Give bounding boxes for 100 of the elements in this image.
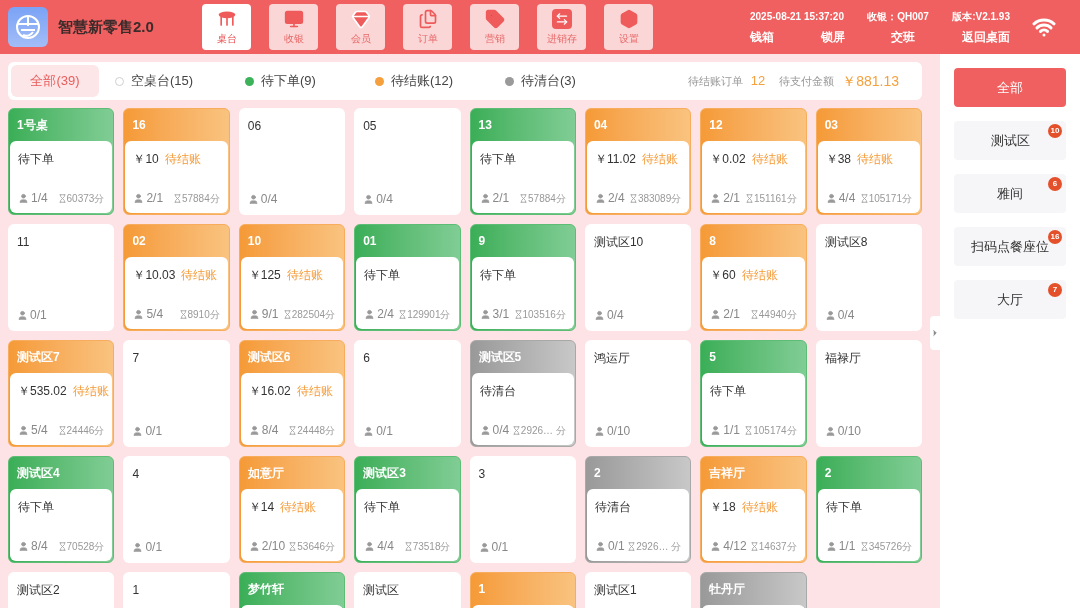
summary-label: 待支付金额 — [779, 73, 835, 89]
table-card[interactable]: 测试区10 0/4 — [584, 224, 692, 331]
table-card[interactable]: 01 待下单 2/4 129901分 — [354, 224, 461, 331]
person-icon — [132, 541, 144, 553]
table-card[interactable]: 13 待下单 2/1 57884分 — [469, 108, 576, 215]
filter-tab[interactable]: 待结账(12) — [359, 65, 489, 97]
table-card[interactable]: 11 0/1 — [8, 224, 115, 331]
table-card[interactable]: 9 待下单 3/1 103516分 — [469, 224, 576, 331]
table-name: 6 — [363, 350, 371, 367]
table-card[interactable]: 吉祥厅 ￥18 待结账 4/12 14637分 — [700, 456, 807, 563]
table-card[interactable]: 2 待下单 1/1 345726分 — [815, 456, 922, 563]
table-card[interactable]: 8 ￥60 待结账 2/1 44940分 — [700, 224, 807, 331]
table-card[interactable]: 5 待下单 1/1 105174分 — [700, 340, 807, 447]
status-label: 待结账 — [296, 383, 333, 400]
table-name: 牡丹厅 — [709, 581, 746, 598]
table-name: 01 — [363, 233, 377, 250]
guest-count: 0/4 — [260, 191, 278, 208]
hourglass-icon — [57, 193, 67, 203]
table-card[interactable]: 04 ￥11.02 待结账 2/4 383089分 — [584, 108, 692, 215]
count-badge: 10 — [1048, 124, 1062, 138]
table-card[interactable]: 10 ￥125 待结账 9/1 282504分 — [238, 224, 346, 331]
filter-tab[interactable]: 待下单(9) — [229, 65, 359, 97]
table-card[interactable]: 测试区1 — [584, 572, 692, 608]
table-card[interactable]: 测试区4 待下单 8/4 70528分 — [8, 456, 115, 563]
filter-tab[interactable]: 空桌台(15) — [99, 65, 229, 97]
table-name: 1号桌 — [17, 117, 48, 134]
table-card[interactable]: 如意厅 ￥14 待结账 2/10 53646分 — [238, 456, 346, 563]
table-card[interactable]: 测试区8 0/4 — [815, 224, 922, 331]
table-card[interactable]: 7 0/1 — [123, 340, 230, 447]
table-card[interactable]: 测试区6 ￥16.02 待结账 8/4 24448分 — [238, 340, 346, 447]
table-card[interactable]: 测试区7 ￥535.02 待结账 5/4 24446分 — [8, 340, 115, 447]
duration: 105174分 — [753, 423, 797, 438]
count-badge: 7 — [1048, 283, 1062, 297]
table-card[interactable]: 4 0/1 — [123, 456, 230, 563]
guest-count: 8/4 — [261, 422, 279, 439]
status-label: 待清台 — [479, 383, 516, 400]
table-card[interactable]: 测试区 — [354, 572, 461, 608]
table-name: 测试区1 — [593, 582, 638, 599]
status-label: 待结账 — [181, 267, 218, 284]
duration: 8910分 — [187, 307, 220, 322]
table-name: 02 — [132, 233, 146, 250]
table-card[interactable]: 3 0/1 — [469, 456, 576, 563]
table-card[interactable]: 03 ￥38 待结账 4/4 105171分 — [815, 108, 922, 215]
datetime: 2025-08-21 15:37:20 — [750, 9, 844, 24]
table-card[interactable]: 测试区5 待清台 0/4 2926… 分 — [469, 340, 576, 447]
guest-count: 2/10 — [261, 538, 286, 555]
guest-count: 0/1 — [491, 539, 509, 556]
table-name: 05 — [363, 118, 378, 135]
person-icon — [132, 425, 144, 437]
duration: 383089分 — [637, 191, 682, 206]
table-name: 13 — [478, 117, 492, 134]
swap-icon — [551, 8, 572, 29]
table-card[interactable]: 1 — [123, 572, 230, 608]
person-icon — [478, 541, 490, 553]
person-icon — [247, 193, 259, 205]
table-card[interactable]: 6 0/1 — [354, 340, 461, 447]
status-label: 待下单 — [825, 499, 862, 516]
status-label: 待下单 — [18, 499, 54, 516]
hourglass-icon — [628, 193, 638, 203]
hourglass-icon — [859, 541, 869, 551]
collapse-handle[interactable] — [930, 316, 940, 350]
duration: 345726分 — [868, 539, 912, 554]
table-card[interactable]: 12 ￥0.02 待结账 2/1 151161分 — [700, 108, 807, 215]
table-card[interactable]: 16 ￥10 待结账 2/1 57884分 — [123, 108, 230, 215]
table-name: 测试区7 — [17, 349, 60, 366]
hourglass-icon — [513, 309, 523, 319]
table-name: 10 — [247, 233, 262, 250]
person-icon — [18, 424, 29, 436]
table-card[interactable]: 2 待清台 0/1 2926… 分 — [584, 456, 692, 563]
table-card[interactable]: 鸿运厅 0/10 — [584, 340, 692, 447]
status-label: 待下单 — [364, 267, 401, 284]
table-card[interactable]: 测试区2 — [8, 572, 115, 608]
area-button[interactable]: 大厅 7 — [954, 280, 1066, 319]
guest-count: 0/4 — [606, 307, 624, 324]
version: 版本:V2.1.93 — [952, 9, 1010, 24]
hexagon-icon — [618, 8, 639, 29]
area-button[interactable]: 扫码点餐座位 16 — [954, 227, 1066, 266]
hourglass-icon — [749, 309, 759, 319]
filter-tab[interactable]: 待清台(3) — [489, 65, 619, 97]
status-label: 待结账 — [741, 499, 778, 516]
table-name: 8 — [709, 233, 716, 250]
guest-count: 2/1 — [723, 306, 740, 323]
table-card[interactable]: 02 ￥10.03 待结账 5/4 8910分 — [123, 224, 230, 331]
person-icon — [364, 540, 376, 552]
table-card[interactable]: 06 0/4 — [238, 108, 346, 215]
table-card[interactable]: 1号桌 待下单 1/4 60373分 — [8, 108, 115, 215]
duration: 151161分 — [754, 191, 797, 206]
table-card[interactable]: 福禄厅 0/10 — [815, 340, 922, 447]
table-name: 鸿运厅 — [593, 350, 631, 367]
area-button[interactable]: 雅间 6 — [954, 174, 1066, 213]
table-card[interactable]: 05 0/4 — [354, 108, 461, 215]
nav-tab[interactable]: 桌台 — [202, 4, 251, 50]
guest-count: 0/4 — [492, 422, 510, 439]
hourglass-icon — [519, 193, 529, 203]
table-name: 2 — [593, 465, 601, 482]
area-button[interactable]: 测试区 10 — [954, 121, 1066, 160]
guest-count: 5/4 — [31, 422, 48, 439]
table-card[interactable]: 测试区3 待下单 4/4 73518分 — [354, 456, 461, 563]
hourglass-icon — [749, 541, 759, 551]
person-icon — [18, 540, 29, 552]
